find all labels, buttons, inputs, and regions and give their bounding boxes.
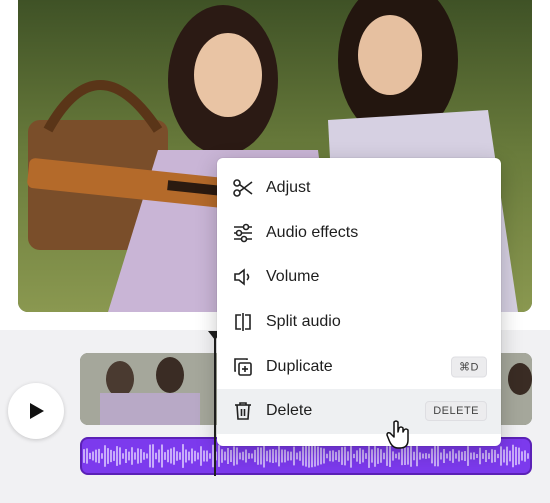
playhead[interactable]	[214, 336, 216, 476]
play-button[interactable]	[8, 383, 64, 439]
play-icon	[30, 403, 44, 419]
menu-item-split-audio[interactable]: Split audio	[217, 300, 501, 345]
split-icon	[232, 311, 254, 333]
menu-item-label: Adjust	[266, 179, 311, 197]
menu-item-delete[interactable]: Delete DELETE	[217, 388, 501, 434]
menu-item-label: Volume	[266, 268, 320, 286]
menu-item-label: Audio effects	[266, 223, 359, 241]
scissors-icon	[232, 177, 254, 199]
menu-item-duplicate[interactable]: Duplicate ⌘D	[217, 344, 501, 389]
menu-item-label: Delete	[266, 402, 313, 420]
hand-cursor-icon	[386, 420, 412, 455]
menu-item-audio-effects[interactable]: Audio effects	[217, 211, 501, 256]
shortcut-badge: ⌘D	[451, 356, 487, 378]
duplicate-icon	[232, 356, 254, 378]
menu-item-volume[interactable]: Volume	[217, 255, 501, 300]
context-menu: Adjust Audio effects Volume Split audio …	[217, 158, 501, 446]
menu-item-adjust[interactable]: Adjust	[217, 166, 501, 211]
volume-icon	[232, 266, 254, 288]
menu-item-label: Duplicate	[266, 357, 333, 375]
trash-icon	[232, 400, 254, 422]
shortcut-badge: DELETE	[425, 401, 487, 422]
video-editor: Adjust Audio effects Volume Split audio …	[0, 0, 550, 503]
menu-item-label: Split audio	[266, 313, 341, 331]
sliders-icon	[232, 222, 254, 244]
